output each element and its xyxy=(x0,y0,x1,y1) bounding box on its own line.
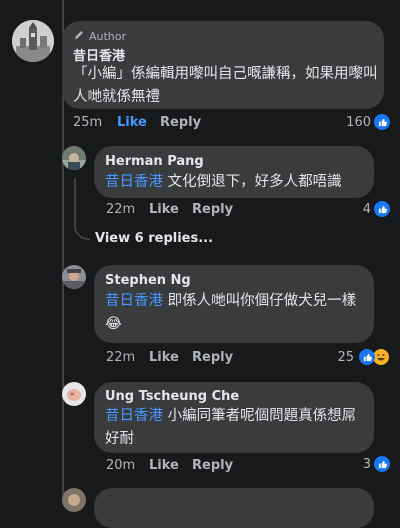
thread-connector xyxy=(74,216,90,240)
reaction-summary[interactable]: 4 xyxy=(363,201,390,217)
comment-text: 昔日香港 文化倒退下，好多人都唔識 xyxy=(105,171,370,194)
view-replies-link[interactable]: View 6 replies... xyxy=(95,231,213,246)
avatar[interactable] xyxy=(62,146,86,170)
like-button[interactable]: Like xyxy=(149,350,179,365)
comment-actions: 25m Like Reply xyxy=(73,115,273,131)
avatar[interactable] xyxy=(62,265,86,289)
like-icon xyxy=(374,456,390,472)
comment-actions: 22m Like Reply xyxy=(106,350,306,366)
like-button[interactable]: Like xyxy=(117,115,147,130)
comment-text: 昔日香港 小編同筆者呢個問題真係想屌好耐 xyxy=(105,405,370,451)
comment-time: 25m xyxy=(73,115,103,130)
comment-time: 20m xyxy=(106,458,136,473)
like-icon xyxy=(374,114,390,130)
comment-text: 昔日香港 即係人哋叫你個仔做犬兒一樣 😂 xyxy=(105,290,370,336)
reaction-count: 3 xyxy=(362,456,371,472)
reaction-count: 25 xyxy=(337,349,354,365)
comment-time: 22m xyxy=(106,202,136,217)
reply-button[interactable]: Reply xyxy=(192,350,233,365)
mention-link[interactable]: 昔日香港 xyxy=(105,408,163,424)
comment-actions: 22m Like Reply xyxy=(106,202,306,218)
reply-button[interactable]: Reply xyxy=(192,202,233,217)
reaction-summary[interactable]: 3 xyxy=(363,456,390,472)
comment-author[interactable]: 昔日香港 xyxy=(73,45,125,64)
like-icon xyxy=(359,349,375,365)
comment-author[interactable]: Ung Tscheung Che xyxy=(105,389,239,404)
badge-label: Author xyxy=(89,30,127,43)
reaction-count: 4 xyxy=(362,201,371,217)
like-button[interactable]: Like xyxy=(149,202,179,217)
comment-text-body: 即係人哋叫你個仔做犬兒一樣 xyxy=(163,293,357,309)
reply-button[interactable]: Reply xyxy=(160,115,201,130)
comment-bubble xyxy=(94,488,374,528)
like-button[interactable]: Like xyxy=(149,458,179,473)
avatar[interactable] xyxy=(12,20,54,62)
comment-author[interactable]: Herman Pang xyxy=(105,154,204,169)
reply-button[interactable]: Reply xyxy=(192,458,233,473)
like-icon xyxy=(374,201,390,217)
emoji: 😂 xyxy=(105,316,122,332)
reaction-count: 160 xyxy=(346,114,371,130)
author-badge: Author xyxy=(73,29,126,44)
comment-text: 「小編」係編輯用嚟叫自己嘅謙稱，如果用嚟叫人哋就係無禮 xyxy=(73,66,378,105)
reaction-summary[interactable]: 160 xyxy=(346,114,390,130)
comment-author[interactable]: Stephen Ng xyxy=(105,273,191,288)
reaction-summary[interactable]: 25 xyxy=(337,348,390,366)
avatar[interactable] xyxy=(62,382,86,406)
mention-link[interactable]: 昔日香港 xyxy=(105,293,163,309)
mention-link[interactable]: 昔日香港 xyxy=(105,174,163,190)
avatar[interactable] xyxy=(62,488,86,512)
comment-actions: 20m Like Reply xyxy=(106,458,306,474)
thread-line-nested xyxy=(74,178,76,218)
pencil-icon xyxy=(73,29,85,44)
comment-time: 22m xyxy=(106,350,136,365)
comment-text-body: 文化倒退下，好多人都唔識 xyxy=(163,174,342,190)
